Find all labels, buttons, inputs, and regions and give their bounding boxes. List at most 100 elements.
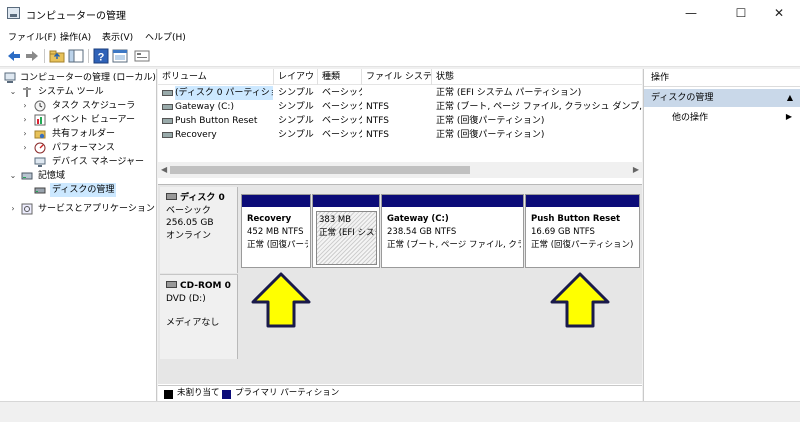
expand-chevron-icon[interactable]: › [20, 99, 30, 113]
cdrom-name: CD-ROM 0 [180, 281, 231, 291]
partition-push-button-reset[interactable]: Push Button Reset 16.69 GB NTFS 正常 (回復パー… [525, 194, 640, 268]
column-header-type[interactable]: 種類 [318, 69, 362, 85]
partition-body: Recovery 452 MB NTFS 正常 (回復パーティション) [245, 211, 308, 265]
toolbar-separator [88, 49, 89, 63]
menu-view[interactable]: 表示(V) [102, 30, 133, 43]
disk-state: オンライン [166, 230, 212, 241]
back-arrow-icon[interactable] [6, 48, 22, 64]
horizontal-scrollbar[interactable]: ◀ ▶ [158, 162, 642, 178]
menu-help[interactable]: ヘルプ(H) [145, 30, 186, 43]
volume-icon [162, 90, 173, 96]
forward-arrow-icon[interactable] [24, 48, 40, 64]
disk-icon [166, 193, 177, 200]
column-header-volume[interactable]: ボリューム [158, 69, 274, 85]
tree-item-storage[interactable]: ⌄ 記憶域 [8, 169, 153, 183]
expand-chevron-icon[interactable]: › [20, 113, 30, 127]
volume-row[interactable]: Recovery シンプル ベーシック NTFS 正常 (回復パーティション) [158, 128, 642, 142]
highlight-arrow-icon [550, 272, 610, 328]
partition-status: 正常 (回復パーティション) [531, 240, 634, 250]
navigation-tree: コンピューターの管理 (ローカル) ⌄ システム ツール › タスク スケジュー… [0, 69, 157, 401]
partition-body: Push Button Reset 16.69 GB NTFS 正常 (回復パー… [529, 211, 637, 265]
volume-row[interactable]: Gateway (C:) シンプル ベーシック NTFS 正常 (ブート, ペー… [158, 100, 642, 114]
scroll-right-icon[interactable]: ▶ [633, 165, 639, 174]
tree-item-root[interactable]: コンピューターの管理 (ローカル) [4, 71, 156, 85]
tree-item-services-apps[interactable]: › サービスとアプリケーション [8, 202, 155, 216]
show-tree-icon[interactable] [68, 48, 84, 64]
storage-icon [21, 172, 33, 180]
tree-label: 記憶域 [38, 171, 66, 181]
partition-size: 383 MB [319, 215, 352, 225]
volume-name: Recovery [175, 130, 217, 140]
scroll-left-icon[interactable]: ◀ [161, 165, 167, 174]
shared-folder-icon [34, 130, 46, 139]
tree-item-system-tools[interactable]: ⌄ システム ツール [8, 85, 153, 99]
expand-chevron-icon[interactable]: › [20, 141, 30, 155]
disk-name: ディスク 0 [180, 193, 225, 203]
partition-status: 正常 (回復パーティション) [247, 240, 308, 250]
collapse-chevron-icon[interactable]: ⌄ [8, 85, 18, 99]
close-button[interactable]: ✕ [757, 0, 800, 27]
performance-icon [34, 142, 46, 154]
device-manager-icon [34, 157, 46, 167]
view-icon[interactable] [112, 48, 128, 64]
volume-status: 正常 (回復パーティション) [436, 116, 545, 126]
menu-action[interactable]: 操作(A) [60, 30, 91, 43]
volume-row[interactable]: Push Button Reset シンプル ベーシック NTFS 正常 (回復… [158, 114, 642, 128]
tree-label: デバイス マネージャー [52, 157, 144, 167]
tree-item-device-manager[interactable]: デバイス マネージャー [34, 155, 154, 169]
column-header-status[interactable]: 状態 [432, 69, 642, 85]
other-actions-item[interactable]: 他の操作 [672, 112, 708, 125]
services-icon [21, 203, 33, 215]
properties-icon[interactable] [134, 48, 150, 64]
disk-size: 256.05 GB [166, 218, 214, 228]
partition-bar [313, 195, 379, 207]
volume-filesystem: NTFS [366, 130, 389, 140]
scrollbar-thumb[interactable] [170, 166, 470, 174]
legend-swatch-unallocated [164, 390, 173, 399]
partition-recovery[interactable]: Recovery 452 MB NTFS 正常 (回復パーティション) [241, 194, 311, 268]
tree-item-shared-folders[interactable]: › 共有フォルダー [20, 127, 154, 141]
tree-item-task-scheduler[interactable]: › タスク スケジューラ [20, 99, 154, 113]
volume-status: 正常 (EFI システム パーティション) [436, 88, 582, 98]
up-folder-icon[interactable] [49, 48, 65, 64]
partition-body: 383 MB 正常 (EFI システム パーティション) [316, 211, 377, 265]
expand-chevron-icon[interactable]: › [20, 127, 30, 141]
volume-row[interactable]: (ディスク 0 パーティション 2) シンプル ベーシック 正常 (EFI シス… [158, 86, 642, 100]
disk-0-label[interactable]: ディスク 0 ベーシック 256.05 GB オンライン [160, 187, 238, 273]
actions-title: 操作 [644, 69, 800, 87]
expand-chevron-icon[interactable]: › [8, 202, 18, 216]
legend-swatch-primary [222, 390, 231, 399]
title-bar: コンピューターの管理 — ☐ ✕ [0, 0, 800, 27]
volume-type: ベーシック [322, 130, 362, 140]
tree-label: システム ツール [38, 87, 104, 97]
tree-label: コンピューターの管理 (ローカル) [20, 73, 156, 83]
partition-gateway-c[interactable]: Gateway (C:) 238.54 GB NTFS 正常 (ブート, ページ… [381, 194, 524, 268]
volume-layout: シンプル [278, 130, 314, 140]
partition-bar [526, 195, 639, 207]
partition-efi[interactable]: 383 MB 正常 (EFI システム パーティション) [312, 194, 380, 268]
column-header-layout[interactable]: レイアウト [274, 69, 318, 85]
disk-management-icon [34, 187, 46, 194]
partition-name: Gateway (C:) [387, 214, 449, 224]
volume-filesystem: NTFS [366, 116, 389, 126]
partition-size: 238.54 GB NTFS [387, 227, 457, 237]
column-header-filesystem[interactable]: ファイル システム [362, 69, 432, 85]
collapse-chevron-icon[interactable]: ⌄ [8, 169, 18, 183]
collapse-up-icon[interactable]: ▲ [787, 89, 793, 107]
help-icon[interactable]: ? [93, 48, 109, 64]
tree-item-disk-management[interactable]: ディスクの管理 [34, 183, 154, 197]
actions-group-disk-management[interactable]: ディスクの管理 ▲ [644, 89, 800, 107]
partition-name: Recovery [247, 214, 292, 224]
volume-status: 正常 (ブート, ページ ファイル, クラッシュ ダンプ, ベーシック デ [436, 102, 642, 112]
legend: 未割り当て プライマリ パーティション [158, 385, 642, 401]
tree-item-event-viewer[interactable]: › イベント ビューアー [20, 113, 154, 127]
legend-label-primary: プライマリ パーティション [235, 388, 340, 398]
cdrom-0-label[interactable]: CD-ROM 0 DVD (D:) メディアなし [160, 274, 238, 359]
minimize-button[interactable]: — [669, 0, 713, 27]
volume-type: ベーシック [322, 102, 362, 112]
toolbar: ? [0, 45, 800, 67]
submenu-arrow-icon[interactable]: ▶ [786, 112, 792, 121]
menu-file[interactable]: ファイル(F) [8, 30, 56, 43]
volume-name: Gateway (C:) [175, 102, 234, 112]
tree-item-performance[interactable]: › パフォーマンス [20, 141, 154, 155]
